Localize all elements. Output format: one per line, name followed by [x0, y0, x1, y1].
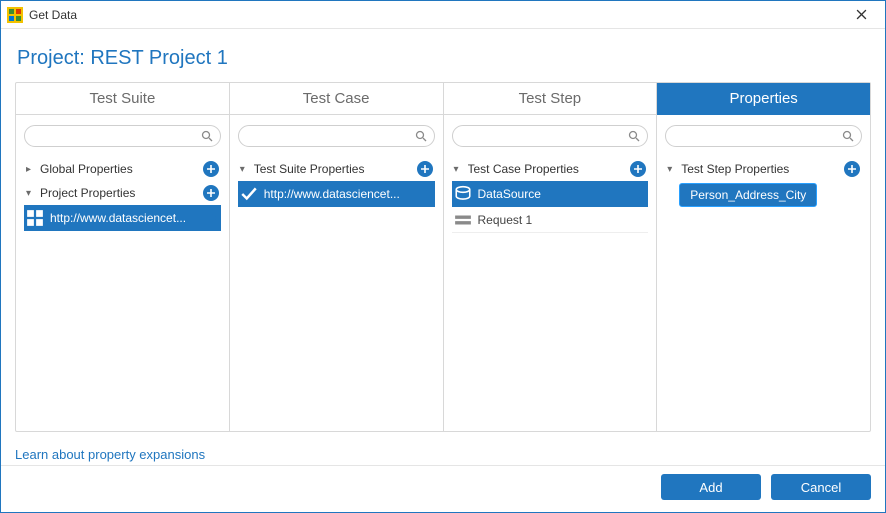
chevron-right-icon: ▸: [26, 164, 36, 175]
column-header-properties: Properties: [657, 83, 870, 115]
list-item[interactable]: http://www.datasciencet...: [238, 181, 435, 207]
chevron-right-icon: [207, 213, 221, 223]
check-icon: [240, 185, 258, 203]
group-test-suite-properties[interactable]: ▾ Test Suite Properties: [238, 157, 435, 181]
titlebar: Get Data: [1, 1, 885, 29]
search-input[interactable]: [238, 125, 435, 147]
request-icon: [454, 211, 472, 229]
search-test-suite: [24, 125, 221, 147]
item-label: DataSource: [478, 187, 633, 201]
list-item[interactable]: Request 1: [452, 207, 649, 233]
app-icon: [7, 7, 23, 23]
chevron-right-icon: [634, 189, 648, 199]
group-label: Test Suite Properties: [254, 162, 417, 176]
datasource-icon: [454, 185, 472, 203]
project-title: Project: REST Project 1: [17, 47, 871, 70]
column-header-test-suite: Test Suite: [16, 83, 229, 115]
chevron-down-icon: ▾: [454, 164, 464, 175]
search-input[interactable]: [452, 125, 649, 147]
search-test-case: [238, 125, 435, 147]
group-project-properties[interactable]: ▾ Project Properties: [24, 181, 221, 205]
group-global-properties[interactable]: ▸ Global Properties: [24, 157, 221, 181]
group-test-step-properties[interactable]: ▾ Test Step Properties: [665, 157, 862, 181]
columns-container: Test Suite ▸ Global Properties ▾ Project…: [15, 82, 871, 432]
column-test-step: Test Step ▾ Test Case Properties: [444, 83, 658, 431]
item-label: http://www.datasciencet...: [50, 211, 205, 225]
add-button[interactable]: [630, 161, 646, 177]
group-label: Test Step Properties: [681, 162, 844, 176]
property-item-selected[interactable]: Person_Address_City: [679, 183, 817, 207]
item-label: http://www.datasciencet...: [264, 187, 419, 201]
column-test-case: Test Case ▾ Test Suite Properties: [230, 83, 444, 431]
close-icon: [856, 9, 867, 20]
item-label: Request 1: [478, 213, 649, 227]
add-button[interactable]: [203, 185, 219, 201]
column-header-test-case: Test Case: [230, 83, 443, 115]
list-item[interactable]: http://www.datasciencet...: [24, 205, 221, 231]
group-label: Global Properties: [40, 162, 203, 176]
list-item[interactable]: DataSource: [452, 181, 649, 207]
column-test-suite: Test Suite ▸ Global Properties ▾ Project…: [16, 83, 230, 431]
chevron-down-icon: ▾: [26, 188, 36, 199]
search-test-step: [452, 125, 649, 147]
dialog-buttons: Add Cancel: [661, 474, 871, 500]
add-button[interactable]: Add: [661, 474, 761, 500]
group-label: Project Properties: [40, 186, 203, 200]
group-test-case-properties[interactable]: ▾ Test Case Properties: [452, 157, 649, 181]
chevron-down-icon: ▾: [667, 164, 677, 175]
divider: [1, 465, 885, 466]
cancel-button[interactable]: Cancel: [771, 474, 871, 500]
learn-link[interactable]: Learn about property expansions: [15, 447, 205, 462]
grid-icon: [26, 209, 44, 227]
add-button[interactable]: [417, 161, 433, 177]
search-input[interactable]: [665, 125, 862, 147]
add-button[interactable]: [844, 161, 860, 177]
group-label: Test Case Properties: [468, 162, 631, 176]
search-properties: [665, 125, 862, 147]
close-button[interactable]: [841, 1, 881, 29]
add-button[interactable]: [203, 161, 219, 177]
window-title: Get Data: [29, 8, 77, 22]
chevron-right-icon: [421, 189, 435, 199]
chevron-down-icon: ▾: [240, 164, 250, 175]
column-header-test-step: Test Step: [444, 83, 657, 115]
search-input[interactable]: [24, 125, 221, 147]
column-properties: Properties ▾ Test Step Properties Person…: [657, 83, 870, 431]
